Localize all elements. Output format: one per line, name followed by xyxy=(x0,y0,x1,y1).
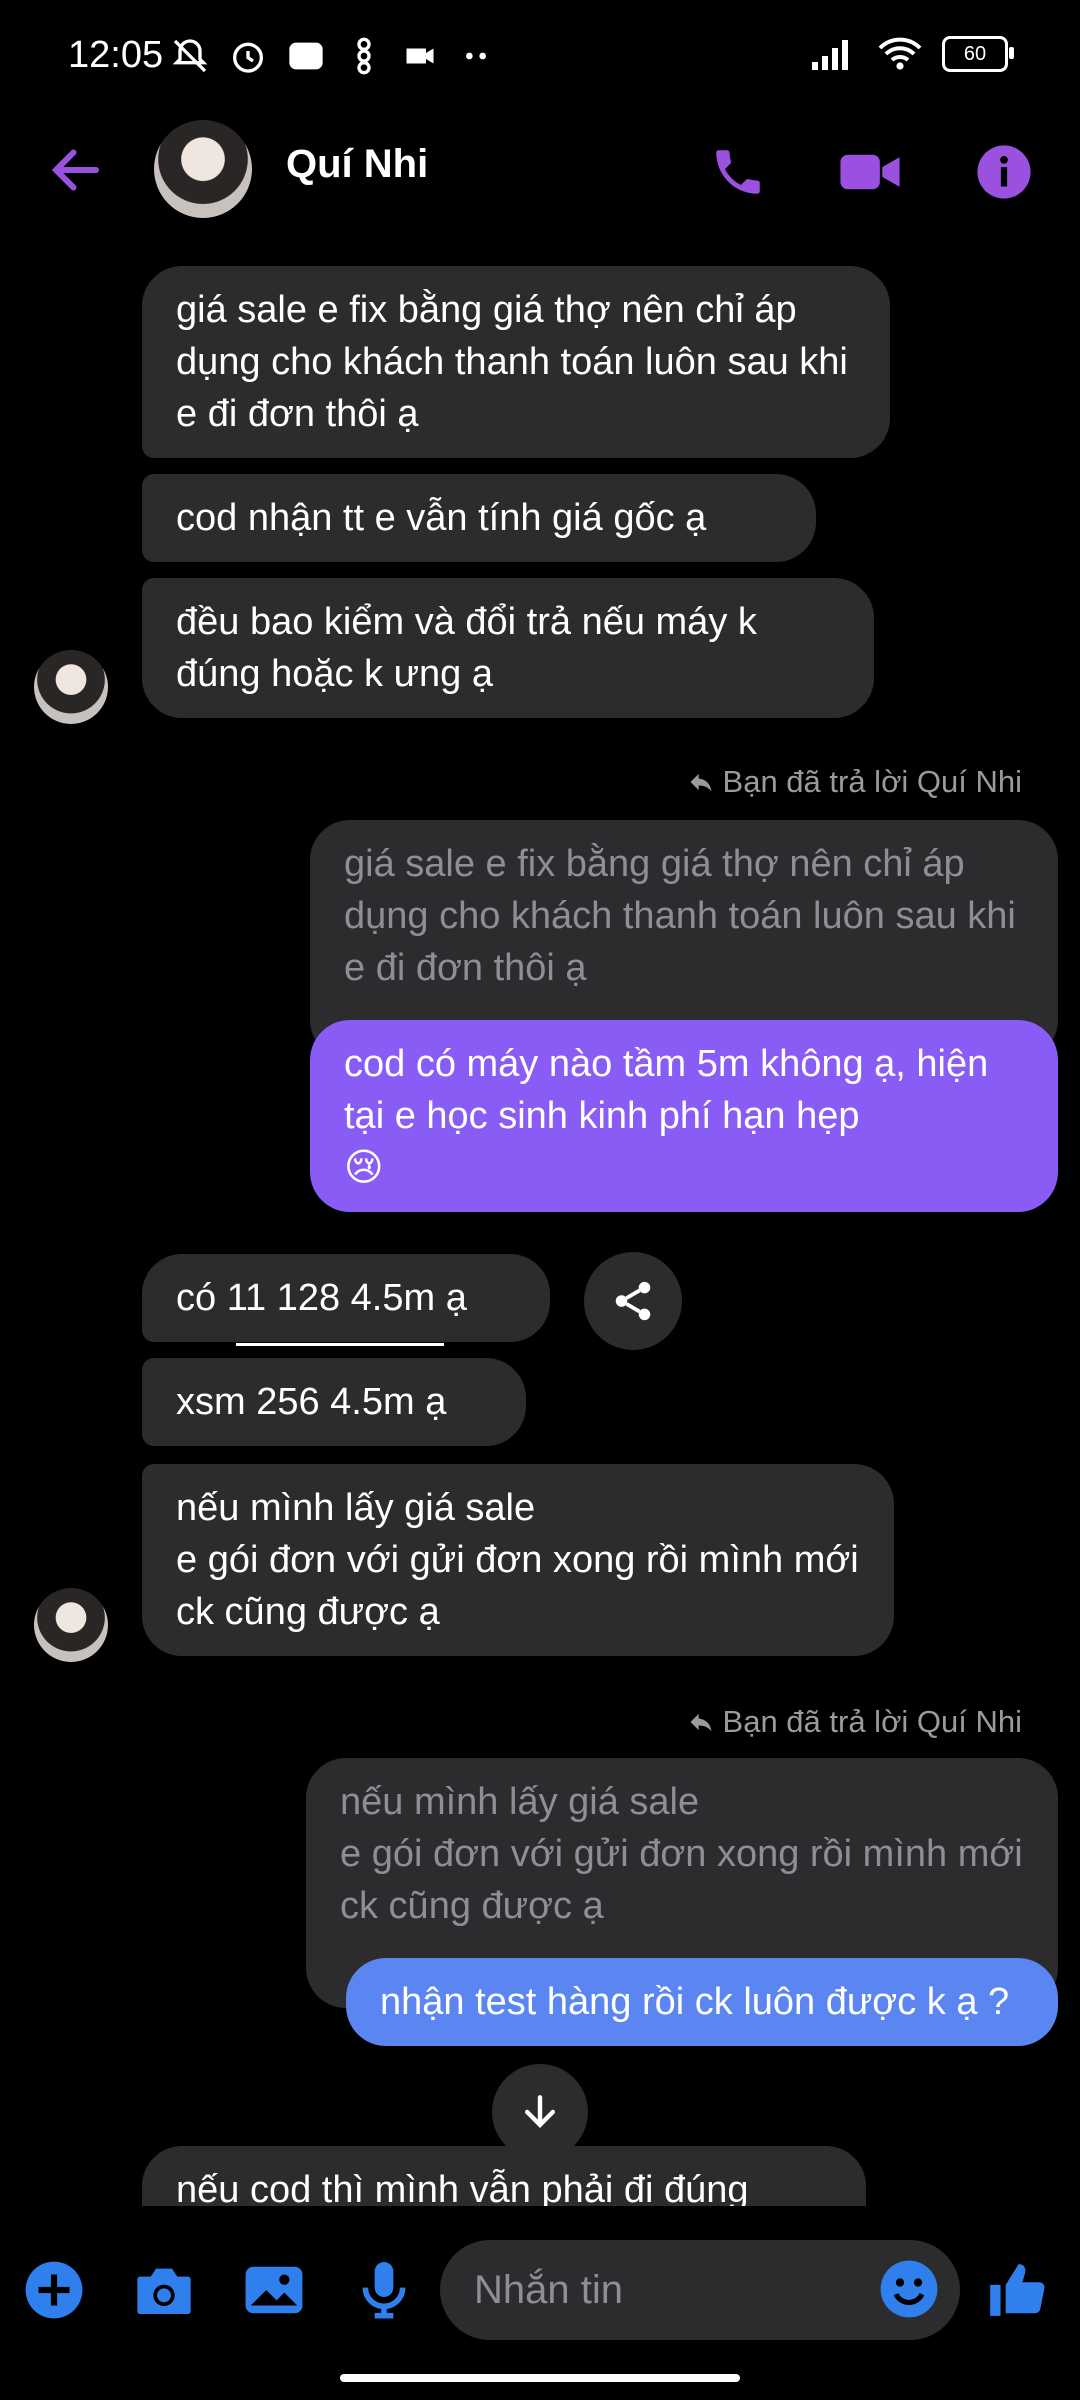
emoji-icon[interactable] xyxy=(878,2258,940,2320)
mute-bell-icon xyxy=(172,39,208,73)
reply-note-text: Bạn đã trả lời Quí Nhi xyxy=(722,1704,1022,1739)
signal-icon xyxy=(812,40,848,70)
incoming-message[interactable]: xsm 256 4.5m ạ xyxy=(142,1358,526,1446)
reply-icon xyxy=(690,773,712,792)
wifi-icon xyxy=(878,37,922,70)
reply-icon xyxy=(690,1713,712,1732)
video-camera-icon xyxy=(840,154,900,190)
message-input[interactable]: Nhắn tin xyxy=(440,2240,960,2340)
incoming-message[interactable]: đều bao kiểm và đổi trả nếu máy k đúng h… xyxy=(142,578,874,718)
incoming-message[interactable]: nếu mình lấy giá sale e gói đơn với gửi … xyxy=(142,1464,894,1656)
like-button[interactable] xyxy=(980,2254,1052,2326)
image-icon xyxy=(245,2266,303,2314)
video-call-button[interactable] xyxy=(838,140,902,204)
plus-circle-icon xyxy=(25,2261,83,2319)
reply-note-text: Bạn đã trả lời Quí Nhi xyxy=(722,764,1022,799)
incoming-message[interactable]: cod nhận tt e vẫn tính giá gốc ạ xyxy=(142,474,816,562)
message-composer: Nhắn tin xyxy=(0,2230,1080,2350)
microphone-icon xyxy=(362,2262,406,2319)
info-button[interactable] xyxy=(972,140,1036,204)
status-bar: 12:05 60 xyxy=(0,0,1080,120)
message-clip: nếu cod thì mình vẫn phải đi đúng xyxy=(142,2146,866,2206)
zalo-icon xyxy=(289,42,323,70)
outgoing-message[interactable]: nhận test hàng rồi ck luôn được k ạ ? xyxy=(346,1958,1058,2046)
back-button[interactable] xyxy=(46,140,106,200)
contact-avatar[interactable] xyxy=(154,120,252,218)
status-time: 12:05 xyxy=(68,34,164,76)
battery-level: 60 xyxy=(963,42,987,65)
reply-note: Bạn đã trả lời Quí Nhi xyxy=(687,1704,1022,1740)
outgoing-message[interactable]: cod có máy nào tầm 5m không ạ, hiện tại … xyxy=(310,1020,1058,1212)
video-record-icon xyxy=(406,48,434,64)
camera-icon xyxy=(137,2268,191,2314)
incoming-message[interactable]: có 11 128 4.5m ạ xyxy=(142,1254,550,1342)
battery-icon: 60 xyxy=(942,36,1014,72)
share-button[interactable] xyxy=(584,1252,682,1350)
incoming-message[interactable]: nếu cod thì mình vẫn phải đi đúng xyxy=(142,2146,866,2206)
chat-header: Quí Nhi xyxy=(0,120,1080,220)
camera-button[interactable] xyxy=(128,2254,200,2326)
arrow-left-icon xyxy=(51,149,99,191)
sender-avatar[interactable] xyxy=(34,1588,108,1662)
share-icon xyxy=(615,1281,651,1321)
phone-icon xyxy=(716,150,760,194)
link-underline xyxy=(236,1343,444,1346)
voice-message-button[interactable] xyxy=(348,2254,420,2326)
arrow-down-icon xyxy=(524,2095,556,2128)
sender-avatar[interactable] xyxy=(34,650,108,724)
fan-icon xyxy=(357,37,371,75)
gallery-button[interactable] xyxy=(238,2254,310,2326)
message-text: cod có máy nào tầm 5m không ạ, hiện tại … xyxy=(344,1043,989,1137)
message-input-placeholder: Nhắn tin xyxy=(474,2267,623,2312)
incoming-message[interactable]: giá sale e fix bằng giá thợ nên chỉ áp d… xyxy=(142,266,890,458)
notification-icons xyxy=(170,36,496,76)
info-icon xyxy=(977,145,1031,199)
system-icons: 60 xyxy=(810,36,1014,72)
more-dots-icon xyxy=(466,52,486,60)
thumbs-up-icon xyxy=(990,2264,1045,2316)
alarm-icon xyxy=(233,42,263,73)
contact-name[interactable]: Quí Nhi xyxy=(286,142,428,187)
voice-call-button[interactable] xyxy=(706,140,770,204)
home-indicator xyxy=(340,2374,740,2382)
reply-note: Bạn đã trả lời Quí Nhi xyxy=(687,764,1022,800)
crying-face-emoji: 😢 xyxy=(344,1147,384,1189)
add-button[interactable] xyxy=(18,2254,90,2326)
